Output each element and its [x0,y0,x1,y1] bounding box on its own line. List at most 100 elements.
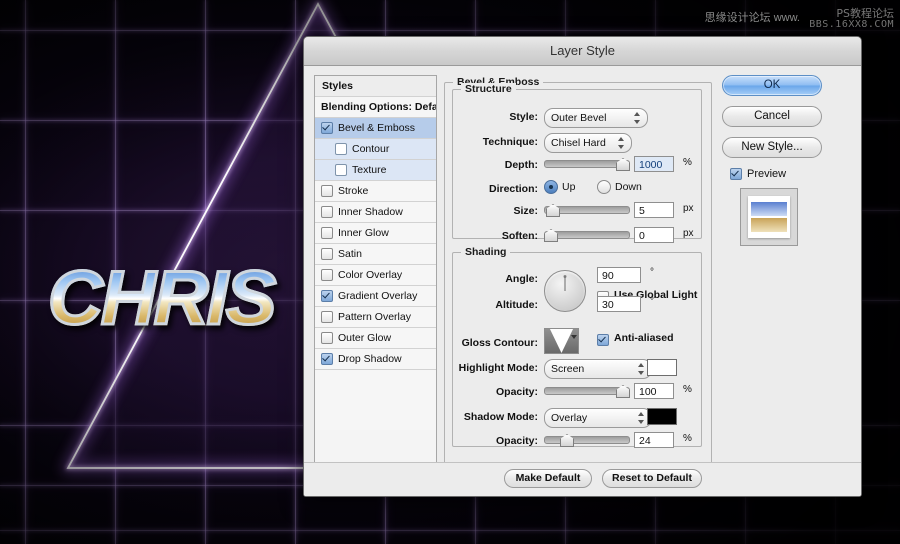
sidebar-item-inner-glow[interactable]: Inner Glow [315,223,436,244]
checkbox-icon[interactable] [321,353,333,365]
checkbox-icon[interactable] [730,168,742,180]
preview-label: Preview [747,168,787,180]
size-slider[interactable] [544,202,630,217]
sidebar-item-label: Stroke [338,185,369,197]
anti-aliased-label: Anti-aliased [614,332,674,344]
style-select[interactable]: Outer Bevel [544,108,648,128]
sidebar-item-pattern-overlay[interactable]: Pattern Overlay [315,307,436,328]
depth-label: Depth: [504,159,538,171]
checkbox-icon[interactable] [321,290,333,302]
sidebar-item-contour[interactable]: Contour [315,139,436,160]
soften-slider[interactable] [544,227,630,242]
sidebar-item-stroke[interactable]: Stroke [315,181,436,202]
soften-unit: px [683,228,694,239]
soften-input[interactable]: 0 [634,227,674,243]
angle-input[interactable]: 90 [597,267,641,283]
soften-label: Soften: [501,230,538,242]
shadow-mode-select[interactable]: Overlay [544,408,652,428]
shadow-mode-value: Overlay [551,412,588,424]
checkbox-icon[interactable] [321,311,333,323]
make-default-button[interactable]: Make Default [504,469,592,488]
size-input[interactable]: 5 [634,202,674,218]
sidebar-item-label: Satin [338,248,362,260]
sidebar-item-texture[interactable]: Texture [315,160,436,181]
highlight-mode-value: Screen [551,363,585,375]
sidebar-item-label: Blending Options: Default [321,101,436,113]
shadow-color-swatch[interactable] [647,408,677,425]
checkbox-icon[interactable] [321,332,333,344]
sidebar-item-label: Texture [352,164,387,176]
highlight-opacity-unit: % [683,384,692,395]
dialog-bottom-bar: Make Default Reset to Default [304,462,861,496]
sidebar-item-gradient-overlay[interactable]: Gradient Overlay [315,286,436,307]
shadow-opacity-slider[interactable] [544,432,630,447]
sidebar-item-outer-glow[interactable]: Outer Glow [315,328,436,349]
checkbox-icon[interactable] [335,164,347,176]
watermark-cn-right: PS教程论坛 [836,7,894,20]
highlight-opacity-input[interactable]: 100 [634,383,674,399]
watermark: PS教程论坛 BBS.16XX8.COM [809,8,894,30]
checkbox-icon[interactable] [321,206,333,218]
sidebar-item-color-overlay[interactable]: Color Overlay [315,265,436,286]
shadow-opacity-input[interactable]: 24 [634,432,674,448]
altitude-input[interactable]: 30 [597,296,641,312]
highlight-mode-select[interactable]: Screen [544,359,652,379]
highlight-mode-label: Highlight Mode: [458,362,538,374]
size-label: Size: [513,205,538,217]
chevron-updown-icon [638,363,645,375]
artwork-headline: CHRIS [46,255,277,343]
chevron-updown-icon [638,412,645,424]
angle-dial-needle [564,276,566,291]
ok-button[interactable]: OK [722,75,822,96]
checkbox-icon[interactable] [321,227,333,239]
depth-slider[interactable] [544,156,630,171]
styles-sidebar: Styles Blending Options: Default Bevel &… [314,75,437,481]
altitude-label: Altitude: [495,299,538,311]
preview-thumbnail [740,188,798,246]
checkbox-icon[interactable] [321,122,333,134]
sidebar-item-label: Pattern Overlay [338,311,411,323]
angle-dial[interactable] [544,270,586,312]
direction-down-radio[interactable] [597,180,611,194]
preview-toggle[interactable]: Preview [730,168,850,180]
technique-label: Technique: [482,136,538,148]
highlight-opacity-slider[interactable] [544,383,630,398]
sidebar-item-satin[interactable]: Satin [315,244,436,265]
sidebar-item-blending-options[interactable]: Blending Options: Default [315,97,436,118]
preview-thumbnail-image [748,196,790,238]
checkbox-icon[interactable] [321,248,333,260]
watermark-cn-left: 思缘设计论坛 www. [704,12,800,24]
dialog-body: Styles Blending Options: Default Bevel &… [304,66,861,496]
reset-to-default-button[interactable]: Reset to Default [602,469,702,488]
sidebar-item-label: Inner Shadow [338,206,403,218]
checkbox-icon[interactable] [335,143,347,155]
shadow-mode-label: Shadow Mode: [463,411,538,423]
anti-aliased-checkbox[interactable] [597,334,609,346]
sidebar-item-inner-shadow[interactable]: Inner Shadow [315,202,436,223]
cancel-button[interactable]: Cancel [722,106,822,127]
technique-select[interactable]: Chisel Hard [544,133,632,153]
highlight-opacity-label: Opacity: [495,386,538,398]
sidebar-header[interactable]: Styles [315,76,436,97]
shadow-opacity-track [544,436,630,444]
highlight-color-swatch[interactable] [647,359,677,376]
checkbox-icon[interactable] [321,185,333,197]
direction-label: Direction: [488,183,538,195]
bevel-emboss-panel: Bevel & Emboss Structure Style: Outer Be… [444,75,712,479]
size-unit: px [683,203,694,214]
gloss-contour-thumbnail[interactable] [544,328,579,354]
depth-input[interactable]: 1000 [634,156,674,172]
sidebar-item-drop-shadow[interactable]: Drop Shadow [315,349,436,370]
chevron-down-icon[interactable] [571,335,577,339]
sidebar-item-bevel-emboss[interactable]: Bevel & Emboss [315,118,436,139]
new-style-button[interactable]: New Style... [722,137,822,158]
chevron-updown-icon [618,137,625,149]
direction-up-label: Up [562,181,576,193]
sidebar-empty-space [315,370,436,430]
dialog-actions: OK Cancel New Style... Preview [722,75,850,246]
depth-unit: % [683,157,692,168]
checkbox-icon[interactable] [321,269,333,281]
direction-up-radio[interactable] [544,180,558,194]
dialog-titlebar[interactable]: Layer Style [304,37,861,66]
shading-legend: Shading [461,246,511,258]
